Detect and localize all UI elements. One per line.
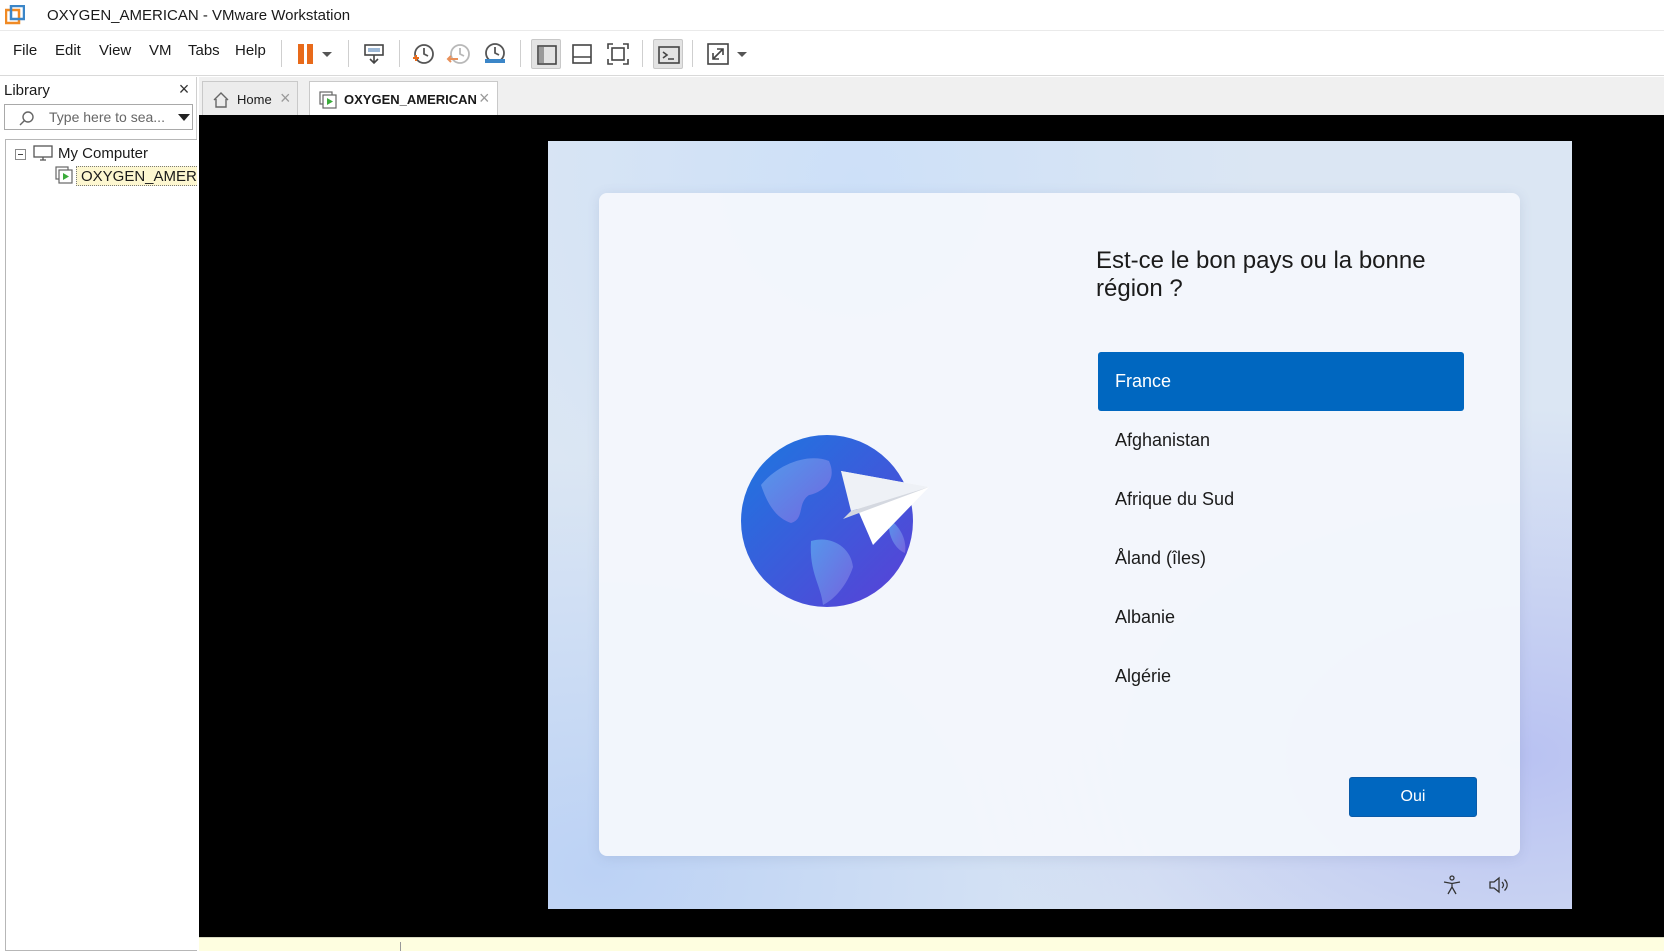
tree-collapse-toggle[interactable] [15, 149, 26, 160]
vm-running-icon [319, 91, 337, 109]
country-option[interactable]: Albanie [1098, 588, 1464, 647]
country-option[interactable]: France [1098, 352, 1464, 411]
computer-icon [33, 145, 53, 161]
menu-help[interactable]: Help [235, 42, 266, 59]
menu-toolbar: File Edit View VM Tabs Help [0, 31, 1664, 76]
oobe-card: Est-ce le bon pays ou la bonne région ? … [599, 193, 1520, 856]
menu-edit[interactable]: Edit [55, 42, 81, 59]
status-separator [400, 942, 401, 951]
tree-item-my-computer[interactable]: My Computer [58, 145, 148, 162]
toolbar-separator [520, 40, 521, 67]
tab-strip: Home × OXYGEN_AMERICAN × [199, 77, 1664, 115]
toolbar-separator [692, 40, 693, 67]
search-icon [19, 111, 34, 126]
country-option[interactable]: Afghanistan [1098, 411, 1464, 470]
guest-screen[interactable]: Est-ce le bon pays ou la bonne région ? … [548, 141, 1572, 909]
snapshot-take-icon[interactable] [408, 39, 438, 69]
vm-console[interactable]: Est-ce le bon pays ou la bonne région ? … [199, 115, 1664, 937]
snapshot-manager-icon[interactable] [480, 39, 510, 69]
menu-view[interactable]: View [99, 42, 131, 59]
toolbar-separator [399, 40, 400, 67]
window-title: OXYGEN_AMERICAN - VMware Workstation [47, 7, 351, 24]
menu-vm[interactable]: VM [149, 42, 172, 59]
oobe-question: Est-ce le bon pays ou la bonne région ? [1096, 247, 1426, 302]
globe-paper-plane-icon [741, 435, 929, 607]
oui-button[interactable]: Oui [1349, 777, 1477, 817]
library-search [4, 104, 193, 130]
close-icon[interactable]: × [479, 88, 490, 109]
country-option[interactable]: Algérie [1098, 647, 1464, 706]
tree-item-vm[interactable]: OXYGEN_AMERIC [76, 166, 197, 186]
toolbar-separator [348, 40, 349, 67]
close-icon[interactable]: × [280, 88, 291, 109]
vmware-logo-icon [5, 5, 25, 25]
home-icon [213, 92, 229, 108]
title-bar: OXYGEN_AMERICAN - VMware Workstation [0, 0, 1664, 31]
close-icon[interactable]: × [176, 79, 192, 99]
menu-tabs[interactable]: Tabs [188, 42, 220, 59]
country-list: France Afghanistan Afrique du Sud Åland (îl… [1098, 352, 1464, 706]
country-option[interactable]: Afrique du Sud [1098, 470, 1464, 529]
dropdown-arrow-icon[interactable] [318, 39, 336, 69]
full-screen-icon[interactable] [603, 39, 633, 69]
stretch-guest-icon[interactable] [703, 39, 733, 69]
country-option[interactable]: Åland (îles) [1098, 529, 1464, 588]
tab-home[interactable]: Home × [202, 81, 298, 115]
dropdown-arrow-icon[interactable] [733, 39, 751, 69]
accessibility-icon[interactable] [1442, 875, 1462, 895]
volume-icon[interactable] [1488, 875, 1510, 895]
toolbar-separator [281, 40, 282, 67]
library-panel: Library × My Computer OXYGEN_AMERIC [0, 77, 197, 951]
search-input[interactable] [49, 108, 171, 126]
send-ctrl-alt-del-icon[interactable] [359, 39, 389, 69]
show-thumbnail-bar-icon[interactable] [567, 39, 597, 69]
toolbar-separator [642, 40, 643, 67]
tab-vm[interactable]: OXYGEN_AMERICAN × [309, 81, 498, 115]
snapshot-revert-icon[interactable] [444, 39, 474, 69]
show-library-icon[interactable] [531, 39, 561, 69]
library-title: Library [4, 82, 50, 99]
tab-home-label: Home [237, 92, 272, 107]
tab-vm-label: OXYGEN_AMERICAN [344, 92, 477, 107]
console-view-icon[interactable] [653, 39, 683, 69]
status-bar [199, 937, 1664, 951]
chevron-down-icon[interactable] [178, 114, 190, 121]
menu-file[interactable]: File [13, 42, 37, 59]
library-tree: My Computer OXYGEN_AMERIC [5, 139, 197, 951]
vm-running-icon [55, 166, 73, 184]
